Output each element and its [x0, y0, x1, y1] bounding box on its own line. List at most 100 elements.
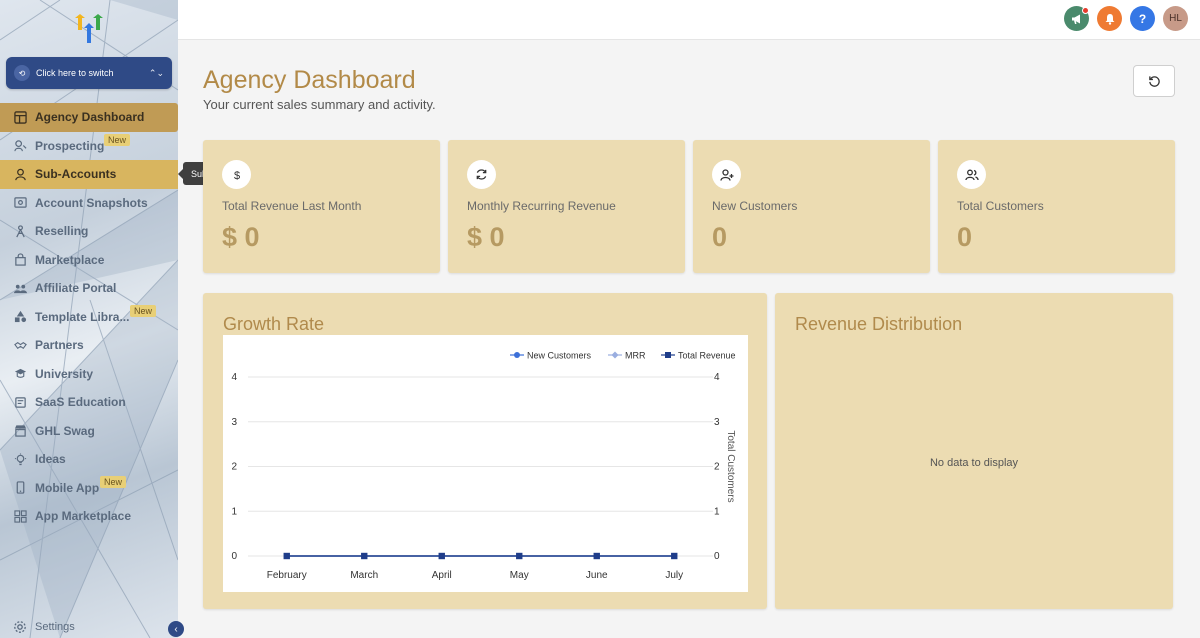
- kpi-value: $ 0: [467, 222, 505, 252]
- x-tick-label: May: [510, 570, 529, 581]
- sidebar-item-label: GHL Swag: [35, 423, 95, 438]
- revenue-distribution-panel: Revenue Distribution No data to display: [775, 293, 1173, 609]
- kpi-card-total-revenue: $ Total Revenue Last Month $ 0: [203, 140, 440, 273]
- education-icon: [13, 395, 27, 409]
- empty-state-text: No data to display: [929, 457, 1019, 469]
- revenue-distribution-title: Revenue Distribution: [795, 314, 963, 334]
- sidebar-item-marketplace[interactable]: Marketplace: [0, 246, 178, 275]
- sidebar-item-mobile-app[interactable]: Mobile App New: [0, 474, 178, 503]
- sidebar-item-label: SaaS Education: [35, 395, 126, 410]
- kpi-label: Total Revenue Last Month: [222, 199, 362, 213]
- y-tick-label: 1: [231, 506, 237, 517]
- sidebar-nav: Agency Dashboard Prospecting New Sub-Acc…: [0, 103, 178, 531]
- announcement-button[interactable]: [1064, 6, 1089, 31]
- page-subtitle: Your current sales summary and activity.: [203, 97, 436, 112]
- legend-label: New Customers: [527, 351, 592, 361]
- x-tick-label: April: [432, 570, 452, 581]
- data-point: [671, 552, 678, 560]
- top-bar: ? HL: [178, 0, 1200, 40]
- sidebar-item-prospecting[interactable]: Prospecting New: [0, 132, 178, 161]
- users-icon: [957, 160, 986, 189]
- chevron-left-icon: ‹: [174, 623, 178, 635]
- sidebar-collapse-button[interactable]: ‹: [168, 621, 184, 637]
- kpi-card-new-customers: New Customers 0: [693, 140, 930, 273]
- sidebar-item-app-marketplace[interactable]: App Marketplace: [0, 502, 178, 531]
- new-badge: New: [130, 304, 157, 317]
- legend-marker: [514, 352, 520, 358]
- sidebar-item-agency-dashboard[interactable]: Agency Dashboard: [0, 103, 178, 132]
- reselling-icon: [13, 224, 27, 238]
- shapes-icon: [13, 310, 27, 324]
- kpi-value: 0: [957, 222, 973, 252]
- question-icon: ?: [1138, 11, 1147, 26]
- sidebar-item-settings[interactable]: Settings: [13, 620, 75, 634]
- kpi-label: Monthly Recurring Revenue: [467, 199, 616, 213]
- switcher-label: Click here to switch: [36, 68, 114, 78]
- graduation-icon: [13, 367, 27, 381]
- sidebar-item-label: Prospecting: [35, 138, 105, 153]
- sidebar-item-reselling[interactable]: Reselling: [0, 217, 178, 246]
- sidebar-item-label: Marketplace: [35, 252, 105, 267]
- megaphone-icon: [1071, 14, 1080, 24]
- sidebar-item-label: Template Libra...: [35, 309, 130, 324]
- sidebar-item-ghl-swag[interactable]: GHL Swag: [0, 417, 178, 446]
- x-tick-label: March: [350, 570, 378, 581]
- sidebar-item-template-library[interactable]: Template Libra... New: [0, 303, 178, 332]
- sidebar-item-university[interactable]: University: [0, 360, 178, 389]
- dollar-icon: $: [222, 160, 251, 189]
- settings-label: Settings: [35, 621, 75, 633]
- chevron-updown-icon: ⌃⌄: [148, 67, 164, 78]
- sidebar-item-label: University: [35, 366, 94, 381]
- kpi-label: Total Customers: [957, 199, 1044, 213]
- sidebar: ⟲ Click here to switch ⌃⌄ Agency Dashboa…: [0, 0, 178, 638]
- refresh-icon: [1148, 75, 1160, 87]
- kpi-card-mrr: Monthly Recurring Revenue $ 0: [448, 140, 685, 273]
- legend-label: Total Revenue: [678, 351, 736, 361]
- sidebar-item-label: Account Snapshots: [35, 195, 148, 210]
- sidebar-item-label: Affiliate Portal: [35, 281, 117, 296]
- sidebar-item-affiliate-portal[interactable]: Affiliate Portal: [0, 274, 178, 303]
- sidebar-item-partners[interactable]: Partners: [0, 331, 178, 360]
- y2-tick-label: 4: [714, 372, 720, 383]
- sidebar-item-label: Ideas: [35, 452, 66, 467]
- sidebar-item-saas-education[interactable]: SaaS Education: [0, 388, 178, 417]
- y2-tick-label: 2: [714, 462, 720, 473]
- sidebar-item-label: Mobile App: [35, 480, 100, 495]
- grid-icon: [13, 509, 27, 523]
- sidebar-item-account-snapshots[interactable]: Account Snapshots: [0, 189, 178, 218]
- y-tick-label: 0: [231, 551, 237, 562]
- store-icon: [13, 424, 27, 438]
- refresh-button[interactable]: [1133, 65, 1175, 97]
- sidebar-item-label: Sub-Accounts: [35, 167, 117, 182]
- sidebar-item-label: Agency Dashboard: [35, 110, 145, 125]
- handshake-icon: [13, 338, 27, 352]
- switch-icon: ⟲: [14, 65, 30, 81]
- y2-tick-label: 0: [714, 551, 720, 562]
- bell-icon: [1105, 13, 1114, 25]
- legend-label: MRR: [625, 351, 646, 361]
- account-switcher-button[interactable]: ⟲ Click here to switch ⌃⌄: [6, 57, 172, 89]
- kpi-label: New Customers: [712, 199, 798, 213]
- page-title: Agency Dashboard: [203, 66, 416, 94]
- kpi-value: 0: [712, 222, 728, 252]
- sidebar-item-sub-accounts[interactable]: Sub-Accounts: [0, 160, 178, 189]
- avatar[interactable]: HL: [1163, 6, 1188, 31]
- notifications-button[interactable]: [1097, 6, 1122, 31]
- sidebar-item-label: App Marketplace: [35, 509, 132, 524]
- y-tick-label: 2: [231, 462, 237, 473]
- kpi-value: $ 0: [222, 222, 260, 252]
- snapshot-icon: [13, 196, 27, 210]
- y2-tick-label: 1: [714, 506, 720, 517]
- top-icons: ? HL: [1064, 6, 1188, 31]
- growth-rate-title: Growth Rate: [223, 314, 325, 334]
- y2-tick-label: 3: [714, 417, 720, 428]
- sidebar-item-label: Reselling: [35, 224, 89, 239]
- sidebar-item-ideas[interactable]: Ideas: [0, 445, 178, 474]
- help-button[interactable]: ?: [1130, 6, 1155, 31]
- growth-rate-panel: Growth Rate 0 1 2 3 4 0 1 2 3 4 Total Customers Feb…: [203, 293, 767, 609]
- data-point: [361, 552, 368, 560]
- logo-icon: [75, 14, 103, 43]
- data-point: [593, 552, 600, 560]
- user-icon: [13, 167, 27, 181]
- growth-chart-container: 0 1 2 3 4 0 1 2 3 4 Total Customers February March Ap…: [223, 335, 748, 592]
